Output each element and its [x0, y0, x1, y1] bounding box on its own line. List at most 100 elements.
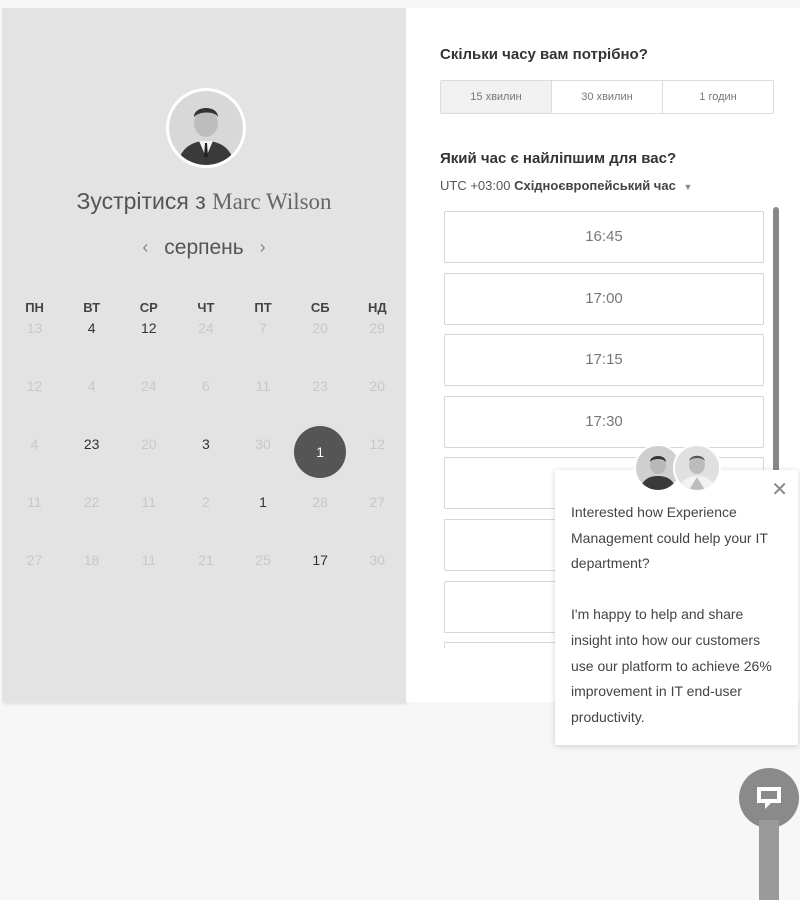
day-number: 1 — [316, 444, 325, 460]
day-number: 11 — [141, 552, 157, 568]
weekday-header: ПН ВТ СР ЧТ ПТ СБ НД — [6, 298, 406, 318]
time-slot-button[interactable]: 17:15 — [444, 334, 764, 387]
chat-launcher-button[interactable] — [739, 768, 799, 828]
chat-bubble-icon — [757, 787, 781, 809]
month-label: серпень — [164, 236, 244, 259]
calendar-day-unavailable: 28 — [292, 492, 349, 550]
chat-popup: ✕ Interested how Experience Management c… — [555, 470, 798, 745]
day-number: 25 — [255, 552, 271, 568]
weekday-label: ЧТ — [197, 300, 215, 315]
host-calendar-panel: Зустрітися з Marc Wilson ‹ серпень › ПН В… — [2, 8, 406, 702]
calendar-day-unavailable: 18 — [63, 550, 120, 608]
day-number: 12 — [141, 320, 157, 336]
calendar-week: 27 18 11 21 25 17 30 — [6, 550, 406, 608]
day-number: 7 — [259, 320, 267, 336]
day-number: 11 — [255, 378, 271, 394]
day-number: 24 — [198, 320, 214, 336]
day-number: 20 — [312, 320, 328, 336]
day-number: 12 — [369, 436, 386, 452]
day-number: 30 — [255, 436, 271, 452]
calendar-day-unavailable: 11 — [235, 376, 292, 434]
host-name: Marc Wilson — [212, 189, 332, 214]
day-number: 12 — [26, 378, 43, 394]
month-navigation: ‹ серпень › — [2, 236, 406, 260]
weekday-label: СБ — [310, 300, 330, 315]
weekday-label: ПТ — [254, 300, 272, 315]
duration-option[interactable]: 15 хвилин — [441, 81, 552, 113]
calendar-day-available[interactable]: 4 — [63, 318, 120, 376]
meeting-title: Зустрітися з Marc Wilson — [2, 188, 406, 215]
chat-launcher-stem — [759, 820, 779, 900]
day-number: 18 — [83, 552, 100, 568]
chevron-right-icon[interactable]: › — [250, 237, 276, 258]
calendar-day-available[interactable]: 3 — [177, 434, 234, 492]
calendar-day-selected[interactable]: 1 — [292, 426, 349, 492]
calendar-day-available[interactable]: 1 — [235, 492, 292, 550]
weekday-label: НД — [367, 300, 387, 315]
day-number: 24 — [141, 378, 157, 394]
calendar-day-unavailable: 24 — [177, 318, 234, 376]
calendar-day-unavailable: 27 — [6, 550, 63, 608]
chevron-left-icon[interactable]: ‹ — [132, 237, 158, 258]
close-icon[interactable]: ✕ — [771, 480, 788, 500]
timezone-name: Східноєвропейський час — [514, 178, 676, 193]
timezone-selector[interactable]: UTC +03:00 Східноєвропейський час ▼ — [440, 178, 692, 193]
calendar-day-unavailable: 24 — [120, 376, 177, 434]
calendar-day-available[interactable]: 12 — [120, 318, 177, 376]
calendar-day-unavailable: 29 — [349, 318, 406, 376]
calendar-day-unavailable: 25 — [235, 550, 292, 608]
calendar-day-unavailable: 21 — [177, 550, 234, 608]
host-avatar — [166, 88, 246, 168]
duration-option[interactable]: 1 годин — [663, 81, 773, 113]
calendar-day-unavailable: 6 — [177, 376, 234, 434]
calendar-week: 12 4 24 6 11 23 20 — [6, 376, 406, 434]
calendar-day-unavailable: 2 — [177, 492, 234, 550]
duration-option[interactable]: 30 хвилин — [552, 81, 663, 113]
day-number: 20 — [369, 378, 386, 394]
calendar-day-available[interactable]: 17 — [292, 550, 349, 608]
duration-selector: 15 хвилин 30 хвилин 1 годин — [440, 80, 774, 114]
calendar-day-available[interactable]: 23 — [63, 434, 120, 492]
day-number: 30 — [369, 552, 386, 568]
day-number: 13 — [26, 320, 43, 336]
calendar-week: 4 23 20 3 30 1 12 — [6, 426, 406, 492]
agent-avatar-2 — [673, 444, 721, 492]
calendar-week: 13 4 12 24 7 20 29 — [6, 318, 406, 376]
calendar-day-unavailable: 4 — [6, 434, 63, 492]
meeting-title-prefix: Зустрітися з — [76, 188, 206, 214]
caret-down-icon: ▼ — [683, 182, 693, 192]
slot-scrollbar[interactable] — [773, 207, 779, 477]
time-slot-button[interactable]: 17:00 — [444, 272, 764, 325]
time-slot-button[interactable]: 17:30 — [444, 395, 764, 448]
day-number: 22 — [83, 494, 100, 510]
day-number: 11 — [27, 494, 42, 510]
calendar-day-unavailable: 11 — [6, 492, 63, 550]
calendar-day-unavailable: 11 — [120, 550, 177, 608]
calendar-day-unavailable: 27 — [349, 492, 406, 550]
day-number: 11 — [141, 494, 157, 510]
popup-message: Interested how Experience Management cou… — [571, 504, 772, 725]
day-number: 27 — [369, 494, 386, 510]
time-question: Який час є найліпшим для вас? — [440, 150, 677, 167]
weekday-label: СР — [139, 300, 158, 315]
duration-question: Скільки часу вам потрібно? — [440, 46, 648, 63]
calendar-day-unavailable: 13 — [6, 318, 63, 376]
time-slot-button[interactable]: 16:45 — [444, 211, 764, 263]
calendar-day-unavailable: 20 — [120, 434, 177, 492]
day-number: 23 — [312, 378, 328, 394]
day-number: 21 — [198, 552, 214, 568]
calendar-day-unavailable: 20 — [292, 318, 349, 376]
day-number: 6 — [202, 378, 210, 394]
agent-photo-icon — [675, 446, 719, 490]
day-number: 28 — [312, 494, 328, 510]
day-number: 4 — [30, 436, 39, 452]
calendar-week: 11 22 11 2 1 28 27 — [6, 492, 406, 550]
host-photo-icon — [169, 91, 243, 165]
weekday-label: ПН — [25, 300, 44, 315]
calendar-grid: ПН ВТ СР ЧТ ПТ СБ НД 13 4 12 24 7 20 29 12 4 24 6 11 23 20 4 2… — [6, 298, 406, 608]
day-number: 23 — [83, 436, 100, 452]
calendar-day-unavailable: 22 — [63, 492, 120, 550]
day-number: 27 — [26, 552, 43, 568]
calendar-day-unavailable: 4 — [63, 376, 120, 434]
calendar-day-unavailable: 12 — [349, 434, 406, 492]
